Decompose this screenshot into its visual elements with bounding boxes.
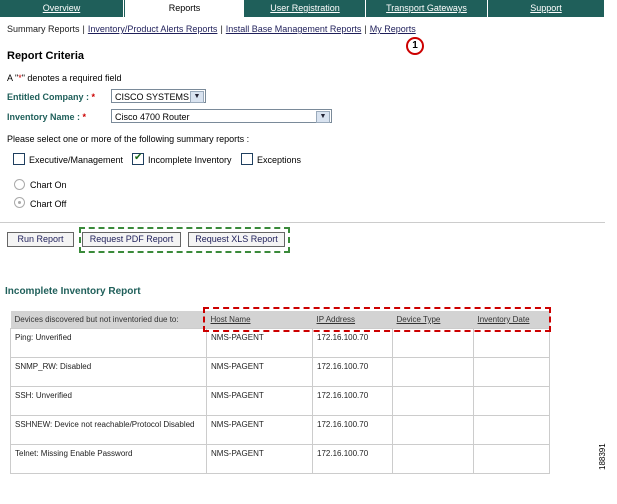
ip-address-cell: 172.16.100.70 (312, 415, 393, 445)
chart-on-radio[interactable] (14, 179, 25, 190)
request-xls-report-button[interactable]: Request XLS Report (188, 232, 285, 247)
device-type-cell (392, 328, 474, 358)
ip-address-cell: 172.16.100.70 (312, 357, 393, 387)
subnav-summary-reports: Summary Reports (7, 24, 80, 34)
chevron-down-icon: ▼ (190, 91, 204, 103)
table-row: SNMP_RW: Disabled NMS-PAGENT 172.16.100.… (10, 357, 550, 387)
column-header-reason: Devices discovered but not inventoried d… (10, 311, 207, 329)
host-name-cell: NMS-PAGENT (206, 415, 313, 445)
inventory-date-cell (473, 386, 550, 416)
chart-on-label: Chart On (30, 180, 67, 190)
device-type-cell (392, 415, 474, 445)
table-row: SSHNEW: Device not reachable/Protocol Di… (10, 415, 550, 445)
incomplete-inventory-checkbox[interactable]: ✔ (132, 152, 144, 165)
inventory-date-cell (473, 357, 550, 387)
inventory-date-cell (473, 444, 550, 474)
reason-cell: Telnet: Missing Enable Password (10, 444, 207, 474)
exceptions-checkbox[interactable] (241, 153, 253, 165)
request-pdf-report-button[interactable]: Request PDF Report (82, 232, 181, 247)
host-name-cell: NMS-PAGENT (206, 328, 313, 358)
ip-address-cell: 172.16.100.70 (312, 386, 393, 416)
reason-cell: SNMP_RW: Disabled (10, 357, 207, 387)
report-selection-prompt: Please select one or more of the followi… (7, 134, 250, 144)
tab-overview[interactable]: Overview (0, 0, 124, 17)
main-tab-bar: Overview Reports User Registration Trans… (0, 0, 605, 17)
page-title: Report Criteria (7, 50, 85, 62)
entitled-company-select[interactable]: CISCO SYSTEMS ▼ (111, 89, 206, 103)
host-name-cell: NMS-PAGENT (206, 444, 313, 474)
chevron-down-icon: ▼ (316, 111, 330, 123)
device-type-cell (392, 386, 474, 416)
table-row: SSH: Unverified NMS-PAGENT 172.16.100.70 (10, 386, 550, 416)
incomplete-inventory-table: Devices discovered but not inventoried d… (10, 311, 550, 474)
report-subnav: Summary Reports | Inventory/Product Alerts… (7, 24, 416, 34)
checkmark-icon: ✔ (134, 152, 143, 163)
executive-management-checkbox[interactable] (13, 153, 25, 165)
subnav-my-reports-link[interactable]: My Reports (370, 24, 416, 34)
inventory-name-label: Inventory Name : * (7, 112, 87, 122)
table-row: Ping: Unverified NMS-PAGENT 172.16.100.7… (10, 328, 550, 358)
device-type-cell (392, 357, 474, 387)
report-title: Incomplete Inventory Report (5, 286, 141, 297)
tab-transport-gateways[interactable]: Transport Gateways (366, 0, 488, 17)
entitled-company-label: Entitled Company : * (7, 92, 96, 102)
chart-off-radio[interactable] (14, 197, 25, 208)
figure-number: 188391 (598, 443, 607, 470)
subnav-inventory-alerts-link[interactable]: Inventory/Product Alerts Reports (88, 24, 218, 34)
required-field-note: A "*" denotes a required field (7, 73, 122, 83)
inventory-date-cell (473, 415, 550, 445)
tab-support[interactable]: Support (488, 0, 605, 17)
ip-address-cell: 172.16.100.70 (312, 444, 393, 474)
tab-reports[interactable]: Reports (124, 0, 245, 17)
table-row: Telnet: Missing Enable Password NMS-PAGE… (10, 444, 550, 474)
chart-off-label: Chart Off (30, 199, 67, 209)
subnav-install-base-link[interactable]: Install Base Management Reports (226, 24, 362, 34)
inventory-name-select[interactable]: Cisco 4700 Router ▼ (111, 109, 332, 123)
column-headers-highlight (203, 307, 551, 332)
incomplete-inventory-label: Incomplete Inventory (148, 155, 232, 165)
reason-cell: SSHNEW: Device not reachable/Protocol Di… (10, 415, 207, 445)
divider (0, 222, 605, 223)
device-type-cell (392, 444, 474, 474)
callout-marker: 1 (406, 37, 424, 55)
exceptions-label: Exceptions (257, 155, 302, 165)
run-report-button[interactable]: Run Report (7, 232, 74, 247)
reason-cell: SSH: Unverified (10, 386, 207, 416)
executive-management-label: Executive/Management (29, 155, 124, 165)
ip-address-cell: 172.16.100.70 (312, 328, 393, 358)
tab-user-registration[interactable]: User Registration (245, 0, 366, 17)
reason-cell: Ping: Unverified (10, 328, 207, 358)
host-name-cell: NMS-PAGENT (206, 357, 313, 387)
host-name-cell: NMS-PAGENT (206, 386, 313, 416)
inventory-date-cell (473, 328, 550, 358)
